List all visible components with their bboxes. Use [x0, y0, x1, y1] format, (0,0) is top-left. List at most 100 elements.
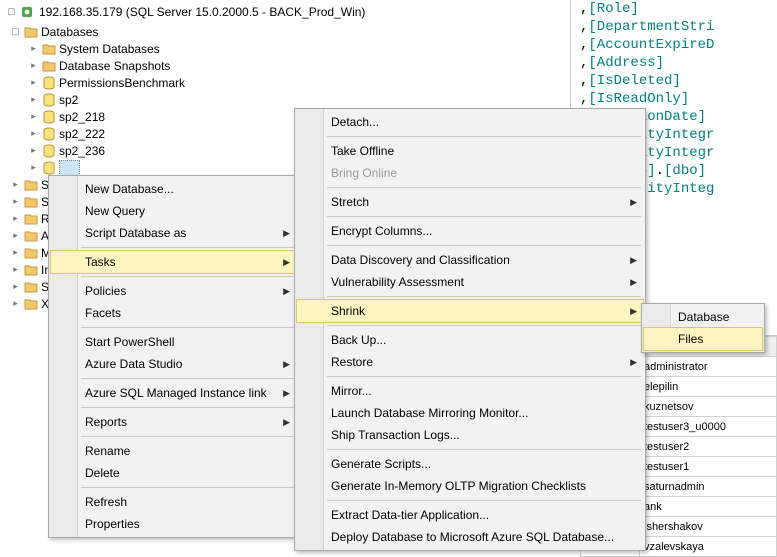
menu-separator — [327, 376, 641, 377]
collapse-icon[interactable]: ▢ — [10, 26, 21, 37]
menu-item-files[interactable]: Files — [643, 327, 763, 351]
databases-folder[interactable]: ▢ Databases — [0, 23, 570, 40]
menu-item-label: Database — [678, 310, 729, 324]
menu-item-extract-data-tier-application[interactable]: Extract Data-tier Application... — [297, 504, 643, 526]
system-databases-folder[interactable]: ▸ System Databases — [0, 40, 570, 57]
menu-item-restore[interactable]: Restore▶ — [297, 351, 643, 373]
menu-item-reports[interactable]: Reports▶ — [51, 411, 296, 433]
menu-item-policies[interactable]: Policies▶ — [51, 280, 296, 302]
expand-icon[interactable]: ▸ — [28, 128, 39, 139]
menu-item-ship-transaction-logs[interactable]: Ship Transaction Logs... — [297, 424, 643, 446]
menu-item-bring-online[interactable]: Bring Online — [297, 162, 643, 184]
menu-item-deploy-database-to-microsoft-azure-sql-database[interactable]: Deploy Database to Microsoft Azure SQL D… — [297, 526, 643, 548]
sql-line[interactable]: ,[AccountExpireD — [580, 36, 777, 54]
menu-separator — [327, 136, 641, 137]
expand-icon[interactable]: ▸ — [28, 111, 39, 122]
grid-cell-login[interactable]: testuser3_u0000 — [640, 417, 777, 437]
shrink-submenu: Database Files — [641, 303, 765, 353]
menu-item-start-powershell[interactable]: Start PowerShell — [51, 331, 296, 353]
menu-item-label: Bring Online — [331, 166, 397, 180]
grid-cell-login[interactable]: elepilin — [640, 377, 777, 397]
menu-item-detach[interactable]: Detach... — [297, 111, 643, 133]
expand-icon[interactable]: ▸ — [28, 77, 39, 88]
menu-item-azure-data-studio[interactable]: Azure Data Studio▶ — [51, 353, 296, 375]
expand-icon[interactable]: ▸ — [28, 94, 39, 105]
menu-separator — [327, 187, 641, 188]
menu-item-properties[interactable]: Properties — [51, 513, 296, 535]
expand-icon[interactable]: ▸ — [10, 247, 21, 258]
database-label — [59, 160, 80, 176]
sql-line[interactable]: ,[Address] — [580, 54, 777, 72]
submenu-arrow-icon: ▶ — [283, 388, 290, 399]
menu-item-facets[interactable]: Facets — [51, 302, 296, 324]
expand-icon[interactable]: ▸ — [28, 162, 39, 173]
menu-item-encrypt-columns[interactable]: Encrypt Columns... — [297, 220, 643, 242]
menu-item-label: Extract Data-tier Application... — [331, 508, 489, 522]
grid-cell-login[interactable]: testuser1 — [640, 457, 777, 477]
server-node[interactable]: ▢ 192.168.35.179 (SQL Server 15.0.2000.5… — [0, 0, 570, 23]
grid-cell-login[interactable]: testuser2 — [640, 437, 777, 457]
menu-item-take-offline[interactable]: Take Offline — [297, 140, 643, 162]
menu-item-azure-sql-managed-instance-link[interactable]: Azure SQL Managed Instance link▶ — [51, 382, 296, 404]
menu-item-tasks[interactable]: Tasks▶ — [50, 250, 297, 274]
menu-item-refresh[interactable]: Refresh — [51, 491, 296, 513]
folder-icon — [23, 213, 39, 225]
expand-icon[interactable]: ▸ — [28, 145, 39, 156]
menu-item-database[interactable]: Database — [644, 306, 762, 328]
grid-cell-login[interactable]: ank — [640, 497, 777, 517]
grid-cell-login[interactable]: ishershakov — [640, 517, 777, 537]
sql-line[interactable]: ,[IsDeleted] — [580, 72, 777, 90]
expand-icon[interactable]: ▸ — [28, 43, 39, 54]
menu-item-delete[interactable]: Delete — [51, 462, 296, 484]
menu-item-label: Shrink — [331, 304, 365, 318]
expand-icon[interactable]: ▸ — [10, 196, 21, 207]
sql-line[interactable]: ,[DepartmentStri — [580, 18, 777, 36]
grid-cell-login[interactable]: saturnadmin — [640, 477, 777, 497]
menu-item-generate-in-memory-oltp-migration-checklists[interactable]: Generate In-Memory OLTP Migration Checkl… — [297, 475, 643, 497]
menu-separator — [327, 325, 641, 326]
database-snapshots-folder[interactable]: ▸ Database Snapshots — [0, 57, 570, 74]
menu-item-label: Start PowerShell — [85, 335, 174, 349]
database-icon — [41, 93, 57, 107]
menu-item-mirror[interactable]: Mirror... — [297, 380, 643, 402]
menu-separator — [81, 487, 294, 488]
database-node[interactable]: ▸ PermissionsBenchmark — [0, 74, 570, 91]
menu-item-script-database-as[interactable]: Script Database as▶ — [51, 222, 296, 244]
submenu-arrow-icon: ▶ — [283, 228, 290, 239]
grid-cell-login[interactable]: kuznetsov — [640, 397, 777, 417]
menu-item-new-query[interactable]: New Query — [51, 200, 296, 222]
database-node[interactable]: ▸ sp2 — [0, 91, 570, 108]
menu-item-generate-scripts[interactable]: Generate Scripts... — [297, 453, 643, 475]
menu-item-shrink[interactable]: Shrink▶ — [296, 299, 644, 323]
database-label: sp2_218 — [59, 110, 105, 124]
menu-item-vulnerability-assessment[interactable]: Vulnerability Assessment▶ — [297, 271, 643, 293]
expand-icon[interactable]: ▸ — [10, 281, 21, 292]
menu-item-label: Tasks — [85, 255, 116, 269]
menu-item-label: Properties — [85, 517, 140, 531]
menu-item-label: Mirror... — [331, 384, 372, 398]
folder-icon — [23, 298, 39, 310]
menu-item-data-discovery-and-classification[interactable]: Data Discovery and Classification▶ — [297, 249, 643, 271]
menu-item-new-database[interactable]: New Database... — [51, 178, 296, 200]
menu-item-label: Files — [678, 332, 703, 346]
expand-icon[interactable]: ▸ — [10, 179, 21, 190]
expand-icon[interactable]: ▸ — [28, 60, 39, 71]
grid-cell-login[interactable]: administrator — [640, 357, 777, 377]
menu-item-label: Launch Database Mirroring Monitor... — [331, 406, 528, 420]
expand-icon[interactable]: ▸ — [10, 213, 21, 224]
collapse-icon[interactable]: ▢ — [6, 6, 17, 17]
menu-item-rename[interactable]: Rename — [51, 440, 296, 462]
expand-icon[interactable]: ▸ — [10, 298, 21, 309]
database-icon — [41, 144, 57, 158]
sql-line[interactable]: ,[Role] — [580, 0, 777, 18]
menu-item-back-up[interactable]: Back Up... — [297, 329, 643, 351]
folder-icon — [23, 230, 39, 242]
expand-icon[interactable]: ▸ — [10, 264, 21, 275]
sql-line[interactable]: ,[IsReadOnly] — [580, 90, 777, 108]
menu-item-stretch[interactable]: Stretch▶ — [297, 191, 643, 213]
database-label: sp2_236 — [59, 144, 105, 158]
menu-separator — [81, 407, 294, 408]
expand-icon[interactable]: ▸ — [10, 230, 21, 241]
grid-cell-login[interactable]: vzalevskaya — [640, 537, 777, 557]
menu-item-launch-database-mirroring-monitor[interactable]: Launch Database Mirroring Monitor... — [297, 402, 643, 424]
